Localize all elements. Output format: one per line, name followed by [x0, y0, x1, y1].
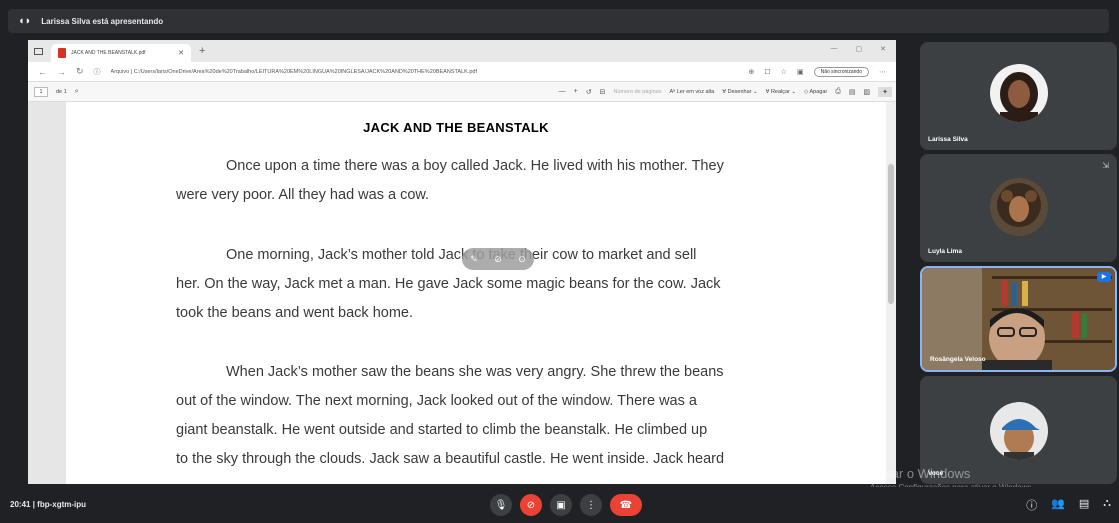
paragraph-line: were very poor. All they had was a cow.	[176, 187, 430, 203]
pdf-scrollbar[interactable]	[886, 102, 896, 484]
info-icon[interactable]: ⓘ	[94, 67, 101, 77]
paragraph-line: Once upon a time there was a boy called …	[226, 158, 724, 174]
people-icon[interactable]: 👥	[1051, 497, 1065, 513]
print-icon[interactable]: ⎙	[835, 88, 841, 96]
pdf-file-icon	[58, 48, 66, 58]
shared-screen: JACK AND THE BEANSTALK.pdf ✕ + — ▢ ✕ ← →…	[28, 40, 896, 484]
close-tab-icon[interactable]: ✕	[178, 49, 184, 57]
url-field[interactable]: Arquivo | C:/Users/laris/OneDrive/Área%2…	[111, 69, 739, 75]
zoom-icon[interactable]: ⊕	[749, 68, 755, 76]
avatar	[990, 402, 1048, 460]
meeting-time: 20:41	[10, 500, 31, 509]
meeting-details: 20:41 | fbp-xgtm-ipu	[10, 500, 87, 509]
url-text: C:/Users/laris/OneDrive/Área%20de%20Trab…	[133, 68, 477, 75]
chat-icon[interactable]: ▤	[1079, 497, 1089, 513]
microphone-button[interactable]: 🎙	[490, 494, 512, 516]
save-as-icon[interactable]: ▨	[864, 88, 871, 96]
paragraph-line: took the beans and went back home.	[176, 305, 413, 321]
participant-tile-luyla[interactable]: ⇲ Luyla Lima	[920, 154, 1117, 262]
page-total: de 1	[56, 88, 67, 95]
activities-icon[interactable]: ⛬	[1103, 497, 1111, 513]
search-icon[interactable]: ⌕	[75, 88, 79, 96]
new-tab-icon[interactable]: +	[199, 45, 205, 57]
side-controls: ⓘ 👥 ▤ ⛬	[1026, 497, 1111, 513]
floating-pdf-toolbar: ✎ ⊘ ⊙	[462, 248, 534, 270]
camera-off-button[interactable]: ⊘	[520, 494, 542, 516]
browser-tab[interactable]: JACK AND THE BEANSTALK.pdf ✕	[51, 44, 191, 62]
paragraph-line: One morning, Jack’s mother told Jack to …	[226, 247, 697, 263]
paragraph-1: Once upon a time there was a boy called …	[176, 152, 724, 210]
window-controls: — ▢ ✕	[831, 45, 887, 53]
highlight-button[interactable]: ∀ Realçar ⌄	[766, 89, 796, 95]
document-title: JACK AND THE BEANSTALK	[363, 120, 549, 135]
paragraph-line: out of the window. The next morning, Jac…	[176, 393, 697, 409]
comment-off-icon[interactable]: ⊘	[494, 254, 502, 265]
pdf-toolbar: 1 de 1 ⌕ — + ↺ ⊟ Número de páginas Aᵃ Le…	[28, 82, 896, 102]
more-circle-icon[interactable]: ⊙	[518, 254, 526, 265]
participant-tile-larissa[interactable]: Larissa Silva	[920, 42, 1117, 150]
highlighter-icon[interactable]: ✎	[470, 254, 478, 265]
fit-page-icon[interactable]: ⊟	[600, 88, 606, 96]
avatar	[990, 178, 1048, 236]
paragraph-line: her. On the way, Jack met a man. He gave…	[176, 276, 721, 292]
address-bar: ← → ↻ ⓘ Arquivo | C:/Users/laris/OneDriv…	[28, 62, 896, 82]
erase-label: Apagar	[809, 88, 828, 95]
reload-icon[interactable]: ↻	[76, 66, 84, 77]
meeting-controls-bar: 20:41 | fbp-xgtm-ipu 🎙 ⊘ ▣ ⋮ ☎ ⓘ 👥 ▤ ⛬	[0, 487, 1119, 523]
rotate-icon[interactable]: ↺	[586, 88, 592, 96]
sync-status-button[interactable]: Não sincronizando	[813, 66, 869, 77]
paragraph-2: One morning, Jack’s mother told Jack to …	[176, 241, 721, 328]
minimize-icon[interactable]: —	[831, 45, 838, 53]
back-icon[interactable]: ←	[38, 67, 47, 77]
forward-icon[interactable]: →	[57, 67, 66, 77]
highlight-label: Realçar	[770, 88, 790, 95]
call-controls: 🎙 ⊘ ▣ ⋮ ☎	[490, 494, 642, 516]
present-screen-button[interactable]: ▣	[550, 494, 572, 516]
avatar	[990, 64, 1048, 122]
tab-actions-icon[interactable]	[34, 47, 43, 55]
collections-icon[interactable]: ▣	[797, 68, 804, 76]
meeting-info-icon[interactable]: ⓘ	[1026, 497, 1037, 513]
participant-tile-rosangela[interactable]: ▶ Rosângela Veloso	[920, 266, 1117, 372]
participant-name: Luyla Lima	[928, 248, 962, 255]
paragraph-line: giant beanstalk. He went outside and sta…	[176, 422, 708, 438]
draw-label: Desenhar	[727, 88, 752, 95]
save-icon[interactable]: ▤	[849, 88, 856, 96]
zoom-in-icon[interactable]: +	[574, 88, 578, 95]
page-view-button[interactable]: Número de páginas	[613, 89, 661, 95]
erase-button[interactable]: ◇ Apagar	[804, 89, 827, 95]
pin-toolbar-icon[interactable]: ✦	[878, 86, 892, 97]
pdf-document-area[interactable]: JACK AND THE BEANSTALK Once upon a time …	[28, 102, 896, 484]
favorites-star-icon[interactable]: ☆	[781, 68, 787, 76]
draw-button[interactable]: ∀ Desenhar ⌄	[722, 89, 757, 95]
end-call-button[interactable]: ☎	[610, 494, 642, 516]
presenter-bar: ◖◗ Larissa Silva está apresentando	[0, 0, 1119, 38]
maximize-icon[interactable]: ▢	[856, 45, 863, 53]
zoom-out-icon[interactable]: —	[559, 88, 566, 95]
read-aloud-label: Ler em voz alta	[676, 88, 715, 95]
more-options-button[interactable]: ⋮	[580, 494, 602, 516]
presenting-audio-icon: ◖◗	[18, 15, 32, 27]
pin-icon[interactable]: ⇲	[1102, 161, 1109, 170]
paragraph-3: When Jack’s mother saw the beans she was…	[176, 358, 724, 474]
paragraph-line: When Jack’s mother saw the beans she was…	[226, 364, 724, 380]
browser-tabbar: JACK AND THE BEANSTALK.pdf ✕ + — ▢ ✕	[28, 40, 896, 62]
watermark-line1: Ativar o Windows	[870, 466, 971, 481]
tab-title: JACK AND THE BEANSTALK.pdf	[71, 50, 146, 56]
read-mode-icon[interactable]: ☐	[764, 68, 770, 76]
page-number-input[interactable]: 1	[34, 86, 48, 97]
participant-name: Rosângela Veloso	[930, 356, 986, 363]
presenting-badge-icon: ▶	[1097, 272, 1111, 282]
read-aloud-button[interactable]: Aᵃ Ler em voz alta	[670, 89, 715, 95]
close-window-icon[interactable]: ✕	[880, 45, 886, 53]
meeting-code: fbp-xgtm-ipu	[37, 500, 87, 509]
pdf-page: JACK AND THE BEANSTALK Once upon a time …	[66, 102, 886, 484]
presenter-banner: ◖◗ Larissa Silva está apresentando	[8, 9, 1109, 33]
more-options-icon[interactable]: ⋯	[879, 68, 886, 76]
scroll-thumb[interactable]	[888, 164, 894, 304]
participant-name: Larissa Silva	[928, 136, 968, 143]
paragraph-line: to the sky through the clouds. Jack saw …	[176, 451, 725, 467]
presenter-text: Larissa Silva está apresentando	[41, 16, 164, 26]
url-prefix: Arquivo	[110, 68, 130, 75]
